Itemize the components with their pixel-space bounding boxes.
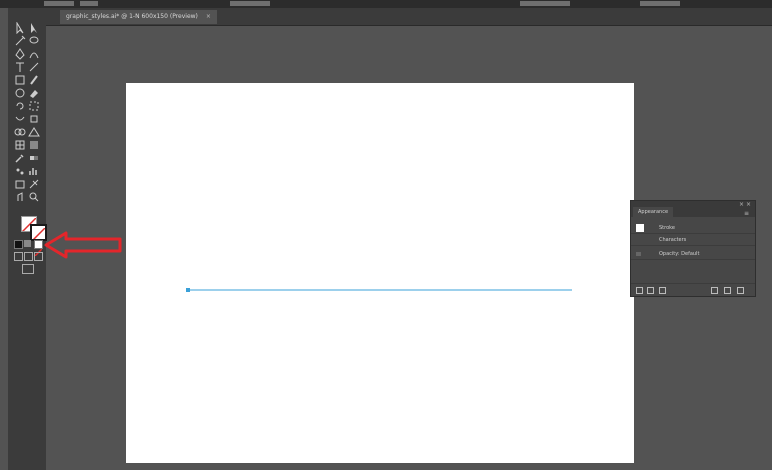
curvature-icon[interactable] xyxy=(28,48,40,60)
shaper-icon[interactable] xyxy=(14,87,26,99)
panel-footer xyxy=(631,283,755,296)
stroke-color-swatch[interactable] xyxy=(636,224,644,232)
tools-panel xyxy=(8,8,47,470)
color-mode-icon[interactable] xyxy=(14,240,23,249)
eyedropper-icon[interactable] xyxy=(14,152,26,164)
document-tab-strip: graphic_styles.ai* @ 1-N 600x150 (Previe… xyxy=(46,8,772,26)
zoom-icon[interactable] xyxy=(28,191,40,203)
visibility-icon[interactable] xyxy=(636,252,641,256)
blend-icon[interactable] xyxy=(28,152,40,164)
panel-collapse-close-icon[interactable]: × × xyxy=(739,201,751,208)
draw-inside-icon[interactable] xyxy=(34,252,43,261)
duplicate-item-icon[interactable] xyxy=(724,287,731,294)
draw-behind-icon[interactable] xyxy=(24,252,33,261)
direct-selection-icon[interactable] xyxy=(28,22,40,34)
clear-appearance-icon[interactable] xyxy=(711,287,718,294)
perspective-grid-icon[interactable] xyxy=(28,126,40,138)
appearance-row-label: Stroke xyxy=(659,225,675,231)
add-new-effect-icon[interactable] xyxy=(659,287,666,294)
slice-icon[interactable] xyxy=(28,178,40,190)
menu-block[interactable] xyxy=(80,1,98,6)
artboard[interactable] xyxy=(126,83,634,463)
mesh-icon[interactable] xyxy=(14,139,26,151)
panel-menu-icon[interactable]: ≡ xyxy=(744,210,749,217)
appearance-row-characters[interactable]: Characters xyxy=(631,235,755,246)
draw-normal-icon[interactable] xyxy=(14,252,23,261)
scale-icon[interactable] xyxy=(28,100,40,112)
menu-block[interactable] xyxy=(230,1,270,6)
column-graph-icon[interactable] xyxy=(28,165,40,177)
artboard-icon[interactable] xyxy=(14,178,26,190)
paintbrush-icon[interactable] xyxy=(28,74,40,86)
add-new-fill-icon[interactable] xyxy=(647,287,654,294)
artboard-content xyxy=(186,288,572,292)
gradient-mode-icon[interactable] xyxy=(24,240,31,247)
symbol-sprayer-icon[interactable] xyxy=(14,165,26,177)
line-segment-icon[interactable] xyxy=(28,61,40,73)
eraser-icon[interactable] xyxy=(28,87,40,99)
panel-tab-appearance[interactable]: Appearance xyxy=(633,207,674,217)
menu-block[interactable] xyxy=(44,1,74,6)
none-mode-icon[interactable] xyxy=(34,240,43,257)
close-icon[interactable]: × xyxy=(206,13,211,20)
rotate-icon[interactable] xyxy=(14,100,26,112)
magic-wand-icon[interactable] xyxy=(14,35,26,47)
annotation-arrow xyxy=(44,230,124,264)
appearance-row-stroke[interactable]: Stroke xyxy=(631,223,755,234)
add-new-stroke-icon[interactable] xyxy=(636,287,643,294)
application-bar xyxy=(0,0,772,8)
anchor-point[interactable] xyxy=(186,288,190,292)
appearance-row-opacity[interactable]: Opacity: Default xyxy=(631,249,755,260)
shape-builder-icon[interactable] xyxy=(14,126,26,138)
rectangle-icon[interactable] xyxy=(14,74,26,86)
screen-mode-icon[interactable] xyxy=(22,264,34,274)
document-tab[interactable]: graphic_styles.ai* @ 1-N 600x150 (Previe… xyxy=(60,10,217,24)
type-icon[interactable] xyxy=(14,61,26,73)
menu-block[interactable] xyxy=(640,1,680,6)
panel-header: Appearance × × ≡ xyxy=(631,201,755,217)
selection-icon[interactable] xyxy=(14,22,26,34)
free-transform-icon[interactable] xyxy=(28,113,40,125)
width-icon[interactable] xyxy=(14,113,26,125)
pen-icon[interactable] xyxy=(14,48,26,60)
menu-block[interactable] xyxy=(520,1,570,6)
appearance-panel: Appearance × × ≡ Stroke Characters Opaci… xyxy=(630,200,756,297)
appearance-row-label: Opacity: Default xyxy=(659,251,700,257)
document-tab-title: graphic_styles.ai* @ 1-N 600x150 (Previe… xyxy=(66,13,198,20)
delete-item-icon[interactable] xyxy=(737,287,744,294)
gradient-icon[interactable] xyxy=(28,139,40,151)
lasso-icon[interactable] xyxy=(28,35,40,47)
hand-icon[interactable] xyxy=(14,191,26,203)
appearance-row-label: Characters xyxy=(659,237,687,243)
